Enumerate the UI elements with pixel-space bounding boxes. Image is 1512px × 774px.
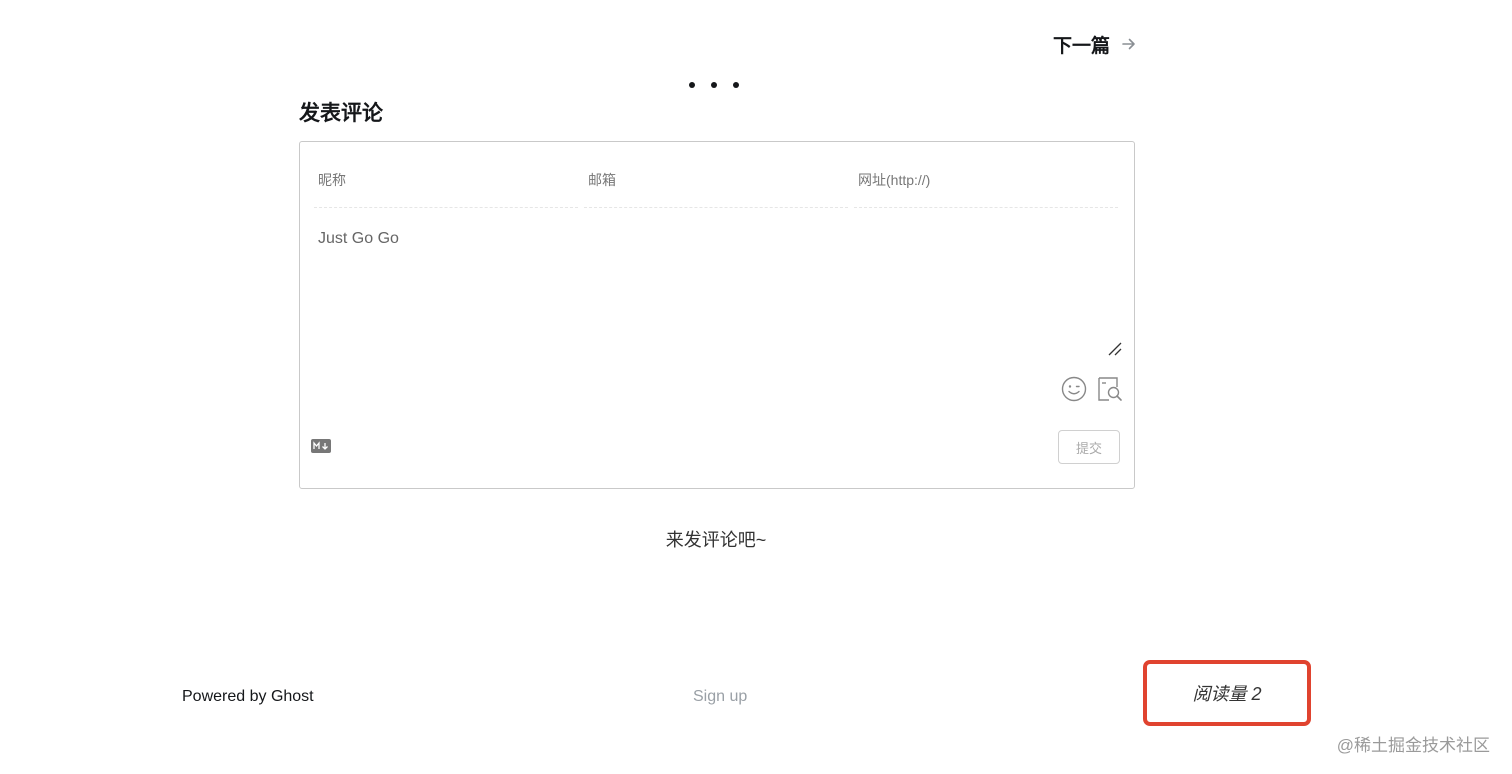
next-post-link[interactable]: 下一篇 xyxy=(1053,31,1136,57)
section-divider-dots xyxy=(689,82,739,88)
divider-dot xyxy=(733,82,739,88)
website-input[interactable] xyxy=(854,162,1118,198)
comment-section-title: 发表评论 xyxy=(299,102,383,125)
resize-handle-icon[interactable] xyxy=(1107,341,1123,357)
email-input[interactable] xyxy=(584,162,848,198)
emoji-icon[interactable] xyxy=(1060,375,1088,403)
view-count-highlight: 阅读量 2 xyxy=(1143,660,1311,726)
website-field-wrapper xyxy=(854,162,1118,208)
next-post-label: 下一篇 xyxy=(1053,35,1111,57)
signup-link[interactable]: Sign up xyxy=(693,688,747,706)
nickname-input[interactable] xyxy=(314,162,578,198)
arrow-right-icon xyxy=(1122,38,1135,50)
comment-form: 提交 xyxy=(299,141,1135,489)
nickname-field-wrapper xyxy=(314,162,578,208)
divider-dot xyxy=(689,82,695,88)
empty-comments-hint: 来发评论吧~ xyxy=(665,530,767,550)
email-field-wrapper xyxy=(584,162,848,208)
powered-by-text: Powered by Ghost xyxy=(182,688,314,705)
preview-icon[interactable] xyxy=(1096,375,1124,403)
view-count: 阅读量 2 xyxy=(1192,684,1262,704)
watermark: @稀土掘金技术社区 xyxy=(1336,736,1490,755)
divider-dot xyxy=(711,82,717,88)
markdown-icon xyxy=(311,439,331,453)
comment-meta-row xyxy=(314,162,1118,208)
comment-textarea[interactable] xyxy=(314,226,1112,354)
submit-button[interactable]: 提交 xyxy=(1058,430,1120,464)
